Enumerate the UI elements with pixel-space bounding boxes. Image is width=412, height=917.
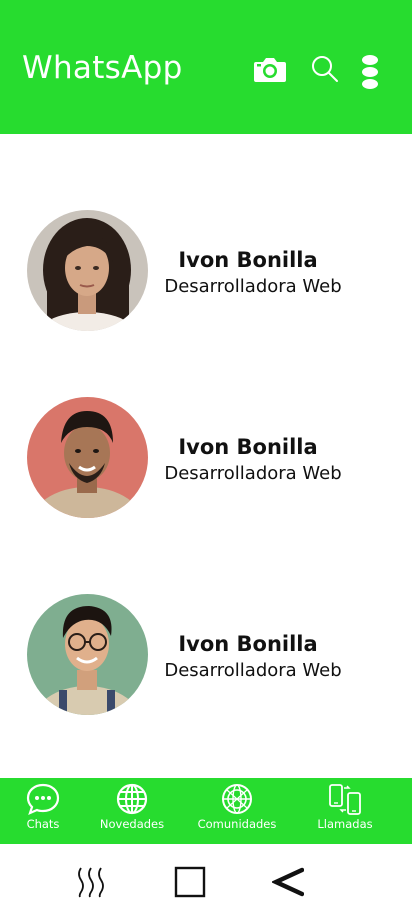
man-glasses-portrait-image: [27, 594, 148, 715]
home-icon[interactable]: [174, 866, 206, 898]
tab-novedades[interactable]: Novedades: [92, 778, 172, 844]
bottom-navigation: Chats Novedades Comunidades Llamadas: [0, 778, 412, 844]
contact-name: Ivon Bonilla: [178, 248, 318, 272]
tab-label: Llamadas: [317, 817, 373, 831]
recent-apps-icon[interactable]: [75, 866, 109, 898]
contact-item[interactable]: Ivon Bonilla Desarrolladora Web: [0, 210, 412, 332]
contact-name: Ivon Bonilla: [178, 435, 318, 459]
app-header: WhatsApp: [0, 0, 412, 134]
camera-icon[interactable]: [253, 52, 287, 86]
tab-label: Comunidades: [197, 817, 277, 831]
tab-comunidades[interactable]: Comunidades: [192, 778, 282, 844]
chat-bubble-icon: [26, 783, 60, 815]
avatar: [27, 594, 148, 715]
contact-name: Ivon Bonilla: [178, 632, 318, 656]
tab-chats[interactable]: Chats: [10, 778, 76, 844]
search-icon[interactable]: [310, 54, 340, 84]
avatar: [27, 210, 148, 331]
tab-label: Chats: [26, 817, 60, 831]
system-navigation-bar: [0, 844, 412, 917]
tab-llamadas[interactable]: Llamadas: [304, 778, 386, 844]
woman-portrait-image: [27, 210, 148, 331]
avatar: [27, 397, 148, 518]
back-icon[interactable]: [272, 866, 304, 898]
man-portrait-image: [27, 397, 148, 518]
contact-role: Desarrolladora Web: [164, 276, 342, 297]
globe-icon: [116, 783, 148, 815]
more-options-icon[interactable]: [359, 55, 381, 89]
contact-item[interactable]: Ivon Bonilla Desarrolladora Web: [0, 594, 412, 716]
phones-icon: [329, 784, 361, 815]
community-globe-icon: [222, 784, 252, 814]
tab-label: Novedades: [99, 817, 165, 831]
contact-role: Desarrolladora Web: [164, 660, 342, 681]
contact-role: Desarrolladora Web: [164, 463, 342, 484]
app-title: WhatsApp: [22, 50, 183, 86]
contact-item[interactable]: Ivon Bonilla Desarrolladora Web: [0, 397, 412, 519]
